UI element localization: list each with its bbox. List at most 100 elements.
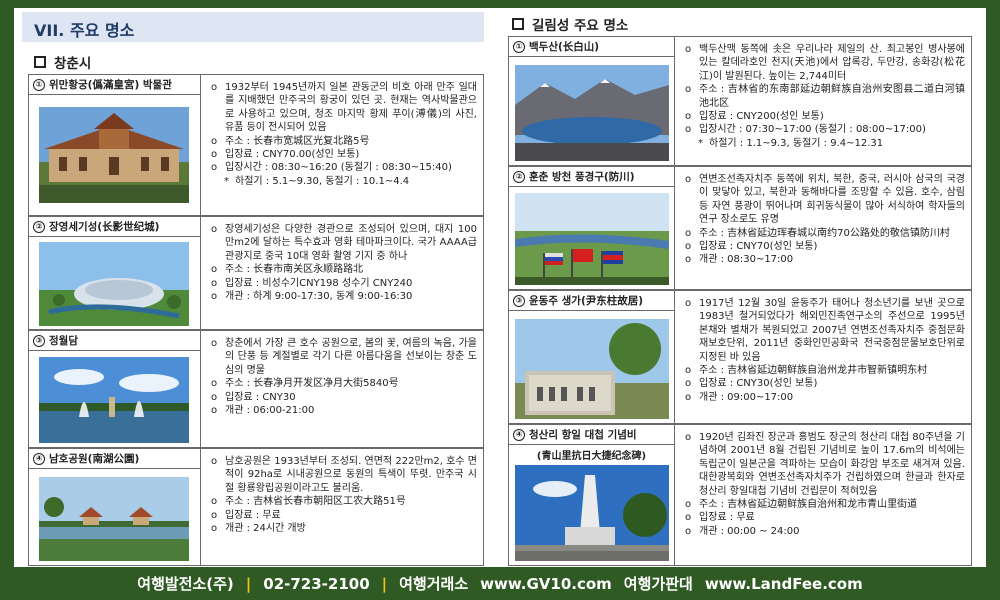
card-fee: 입장료 : CNY30	[207, 391, 477, 405]
card-title-text: 위만황궁(僞滿皇宮) 박물관	[49, 79, 172, 91]
fangchuan-photo	[515, 193, 669, 285]
card-left: ④ 남호공원(南湖公園)	[29, 449, 201, 565]
left-city-label: 창춘시	[54, 56, 92, 72]
checkbox-square-icon	[512, 18, 524, 30]
card-left: ③ 정월담	[29, 331, 201, 447]
card-title-text: 백두산(长白山)	[529, 41, 600, 53]
page: VII. 주요 명소 창춘시 길림성 주요 명소 ① 위만황궁(僞滿皇宮) 박물…	[22, 8, 978, 567]
attraction-card: ② 훈춘 방천 풍경구(防川) o 연변조선족자치주 동쪽에 위치, 북한, 중…	[508, 166, 972, 290]
card-subtitle: (青山里抗日大捷纪念碑)	[536, 451, 647, 462]
baekdusan-photo	[515, 65, 669, 161]
frame-left	[0, 0, 14, 600]
footer-agency-label: 여행거래소	[399, 575, 469, 593]
attraction-card: ③ 윤동주 생가(尹东柱故居) 19	[508, 290, 972, 424]
card-address: 주소 : 吉林省延边朝鲜族自治州龙井市智新镇明东村	[681, 364, 965, 378]
footer-bar: 여행발전소(주) | 02-723-2100 | 여행거래소 www.GV10.…	[0, 567, 1000, 600]
card-title-text: 청산리 항일 대첩 기념비	[529, 429, 637, 441]
card-body: 1917년 12월 30일 윤동주가 태어나 청소년기를 보낸 곳으로 1983…	[675, 291, 971, 423]
nanhu-park-photo	[39, 477, 189, 561]
card-fee: 입장료 : CNY30(성인 보통)	[681, 377, 965, 391]
card-hours: 개관 : 08:30~17:00	[681, 253, 965, 267]
card-fee: 입장료 : 무료	[681, 511, 965, 525]
card-hours: 개관 : 06:00-21:00	[207, 404, 477, 418]
card-fee: 입장료 : 비성수기CNY198 성수기 CNY240	[207, 277, 477, 291]
left-city-heading: 창춘시	[34, 52, 91, 72]
card-body: 창춘에서 가장 큰 호수 공원으로, 봄의 꽃, 여름의 녹음, 가을의 단풍 …	[201, 331, 483, 447]
card-address: 주소 : 长春市宽城区光复北路5号	[207, 135, 477, 149]
card-description: 1932부터 1945년까지 일본 관동군의 비호 아래 만주 일대를 지배했던…	[207, 81, 477, 135]
card-description: 남호공원은 1933년부터 조성되. 연면적 222만m2, 호수 면적이 92…	[207, 455, 477, 495]
card-title-text: 윤동주 생가(尹东柱故居)	[529, 295, 644, 307]
card-hours: 개관 : 00:00 ~ 24:00	[681, 525, 965, 539]
attraction-card: ③ 정월담 창춘에서 가장 큰 호수 공원으로, 봄의 꽃, 여름의 녹음, 가	[28, 330, 484, 448]
card-description: 백두산맥 동쪽에 솟은 우리나라 제일의 산. 최고봉인 병사봉에 있는 칼데라…	[681, 43, 965, 83]
jingyuetan-photo	[39, 357, 189, 443]
card-title: ① 위만황궁(僞滿皇宮) 박물관	[29, 75, 200, 95]
card-number: ①	[513, 40, 525, 53]
card-number: ③	[33, 334, 45, 347]
card-left: ② 훈춘 방천 풍경구(防川)	[509, 167, 675, 289]
footer-fare-link[interactable]: www.LandFee.com	[705, 575, 863, 593]
card-title: ④ 남호공원(南湖公園)	[29, 449, 200, 469]
checkbox-square-icon	[34, 56, 46, 68]
card-address: 주소 : 吉林省的东南部延边朝鲜族自治州安图县二道白河镇池北区	[681, 83, 965, 110]
card-number: ③	[513, 294, 525, 307]
cheongsanri-monument-photo	[515, 465, 669, 561]
card-title-text: 정월담	[49, 335, 78, 347]
right-city-label: 길림성 주요 명소	[532, 18, 629, 34]
card-body: 남호공원은 1933년부터 조성되. 연면적 222만m2, 호수 면적이 92…	[201, 449, 483, 565]
card-hours: 입장시간 : 08:30~16:20 (동절기 : 08:30~15:40)	[207, 161, 477, 175]
card-description: 장영세기성은 다양한 경관으로 조성되어 있으며, 대지 100만m2에 달하는…	[207, 223, 477, 263]
card-description: 1920년 김좌진 장군과 홍범도 장군의 청산리 대첩 80주년을 기념하여 …	[681, 431, 965, 498]
card-body: 장영세기성은 다양한 경관으로 조성되어 있으며, 대지 100만m2에 달하는…	[201, 217, 483, 329]
card-description: 연변조선족자치주 동쪽에 위치, 북한, 중국, 러시아 삼국의 국경이 맞닿아…	[681, 173, 965, 227]
card-address: 주소 : 吉林省长春市朝阳区工农大路51号	[207, 495, 477, 509]
attraction-card: ② 장영세기성(长影世纪城) 장영세기성은 다양한 경관으로 조성되어 있으며,…	[28, 216, 484, 330]
card-title: ① 백두산(长白山)	[509, 37, 674, 57]
card-address: 주소 : 吉林省延边朝鲜族自治州和龙市青山里街道	[681, 498, 965, 512]
card-hours: 입장시간 : 07:30~17:00 (동절기 : 08:00~17:00)	[681, 123, 965, 137]
film-city-photo	[39, 242, 189, 326]
card-body: 1932부터 1945년까지 일본 관동군의 비호 아래 만주 일대를 지배했던…	[201, 75, 483, 215]
card-fee: 입장료 : CNY70(성인 보통)	[681, 240, 965, 254]
card-title: ② 장영세기성(长影世纪城)	[29, 217, 200, 237]
card-left: ④ 청산리 항일 대첩 기념비 (青山里抗日大捷纪念碑)	[509, 425, 675, 565]
card-hours: 개관 : 24시간 개방	[207, 522, 477, 536]
yundongju-house-photo	[515, 319, 669, 419]
card-number: ④	[513, 428, 525, 441]
card-note: 하절기 : 1.1~9.3, 동절기 : 9.4~12.31	[681, 137, 965, 151]
card-fee: 입장료 : CNY200(성인 보통)	[681, 110, 965, 124]
card-note: 하절기 : 5.1~9.30, 동절기 : 10.1~4.4	[207, 175, 477, 189]
card-left: ② 장영세기성(长影世纪城)	[29, 217, 201, 329]
card-address: 주소 : 长春净月开发区净月大街5840号	[207, 377, 477, 391]
card-description: 1917년 12월 30일 윤동주가 태어나 청소년기를 보낸 곳으로 1983…	[681, 297, 965, 364]
card-title: ② 훈춘 방천 풍경구(防川)	[509, 167, 674, 187]
card-address: 주소 : 吉林省延边珲春城以南约70公路处的敬信镇防川村	[681, 227, 965, 241]
card-number: ④	[33, 452, 45, 465]
section-title: VII. 주요 명소	[22, 12, 484, 42]
card-fee: 입장료 : CNY70.00(성인 보통)	[207, 148, 477, 162]
footer-separator: |	[245, 574, 252, 593]
footer-phone: 02-723-2100	[263, 574, 370, 593]
card-title-text: 장영세기성(长影世纪城)	[49, 221, 160, 233]
card-left: ① 위만황궁(僞滿皇宮) 박물관	[29, 75, 201, 215]
attraction-card: ④ 남호공원(南湖公園) 남호공원은 1933년부터 조성	[28, 448, 484, 566]
card-fee: 입장료 : 무료	[207, 509, 477, 523]
frame-top	[0, 0, 1000, 8]
attraction-card: ④ 청산리 항일 대첩 기념비 (青山里抗日大捷纪念碑) 1920년 김좌진 장…	[508, 424, 972, 566]
footer-agency-link[interactable]: www.GV10.com	[480, 575, 612, 593]
card-left: ① 백두산(长白山)	[509, 37, 675, 165]
card-title-text: 훈춘 방천 풍경구(防川)	[529, 171, 635, 183]
card-hours: 개관 : 하계 9:00-17:30, 동계 9:00-16:30	[207, 290, 477, 304]
card-hours: 개관 : 09:00~17:00	[681, 391, 965, 405]
card-number: ②	[33, 220, 45, 233]
card-title: ④ 청산리 항일 대첩 기념비	[509, 425, 674, 445]
footer-separator: |	[381, 574, 388, 593]
card-title: ③ 윤동주 생가(尹东柱故居)	[509, 291, 674, 311]
palace-museum-photo	[39, 107, 189, 203]
card-body: 1920년 김좌진 장군과 홍범도 장군의 청산리 대첩 80주년을 기념하여 …	[675, 425, 971, 565]
card-number: ②	[513, 170, 525, 183]
card-title-text: 남호공원(南湖公園)	[49, 453, 140, 465]
card-body: 백두산맥 동쪽에 솟은 우리나라 제일의 산. 최고봉인 병사봉에 있는 칼데라…	[675, 37, 971, 165]
card-body: 연변조선족자치주 동쪽에 위치, 북한, 중국, 러시아 삼국의 국경이 맞닿아…	[675, 167, 971, 289]
